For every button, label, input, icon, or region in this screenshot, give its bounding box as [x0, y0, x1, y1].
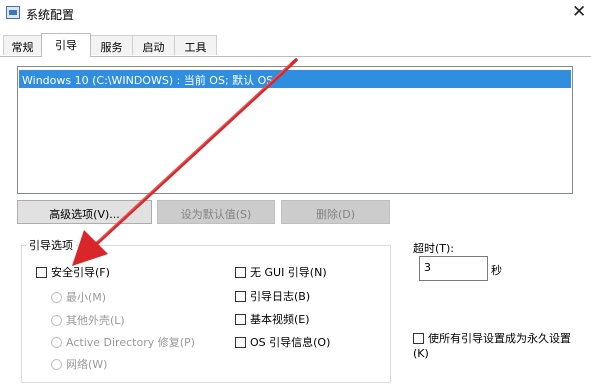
network-label: 网络(W)	[66, 358, 108, 371]
boot-log-label: 引导日志(B)	[250, 290, 311, 303]
tab-boot[interactable]: 引导	[41, 33, 91, 57]
network-option[interactable]: 网络(W)	[51, 356, 107, 372]
set-default-button[interactable]: 设为默认值(S)	[157, 200, 275, 224]
make-permanent-label: 使所有引导设置成为永久设置(K)	[413, 332, 571, 360]
minimal-label: 最小(M)	[66, 291, 107, 304]
no-gui-boot-checkbox[interactable]	[235, 267, 246, 278]
boot-log-checkbox[interactable]	[235, 291, 246, 302]
alternate-shell-option[interactable]: 其他外壳(L)	[51, 312, 125, 328]
base-video-checkbox[interactable]	[235, 314, 246, 325]
alternate-shell-radio[interactable]	[51, 315, 62, 326]
minimal-radio[interactable]	[51, 292, 62, 303]
tab-general[interactable]: 常规	[3, 35, 42, 55]
boot-options-label: 引导选项	[26, 237, 76, 253]
window-title: 系统配置	[26, 8, 75, 22]
system-config-icon	[6, 6, 20, 19]
base-video-label: 基本视频(E)	[250, 313, 310, 326]
no-gui-boot-option[interactable]: 无 GUI 引导(N)	[235, 264, 327, 280]
network-radio[interactable]	[51, 359, 62, 370]
safe-boot-checkbox[interactable]	[36, 267, 47, 278]
no-gui-boot-label: 无 GUI 引导(N)	[250, 266, 327, 279]
active-directory-label: Active Directory 修复(P)	[66, 336, 195, 349]
make-permanent-option[interactable]: 使所有引导设置成为永久设置(K)	[413, 331, 583, 361]
boot-log-option[interactable]: 引导日志(B)	[235, 288, 310, 304]
title-bar: 系统配置 ✕	[0, 0, 591, 28]
os-boot-info-option[interactable]: OS 引导信息(O)	[235, 334, 330, 350]
active-directory-radio[interactable]	[51, 337, 62, 348]
active-directory-option[interactable]: Active Directory 修复(P)	[51, 334, 195, 350]
timeout-input[interactable]: 3	[419, 256, 488, 281]
safe-boot-option[interactable]: 安全引导(F)	[36, 264, 110, 280]
tab-services[interactable]: 服务	[90, 35, 133, 55]
safe-boot-label: 安全引导(F)	[51, 266, 110, 279]
tab-tools[interactable]: 工具	[174, 35, 217, 55]
tab-strip: 常规 引导 服务 启动 工具	[0, 33, 591, 57]
base-video-option[interactable]: 基本视频(E)	[235, 311, 310, 327]
delete-button[interactable]: 删除(D)	[281, 200, 390, 224]
boot-os-list[interactable]: Windows 10 (C:\WINDOWS) : 当前 OS; 默认 OS	[17, 66, 573, 194]
timeout-label: 超时(T):	[413, 242, 455, 255]
list-item[interactable]: Windows 10 (C:\WINDOWS) : 当前 OS; 默认 OS	[19, 70, 571, 88]
alternate-shell-label: 其他外壳(L)	[66, 314, 125, 327]
tab-startup[interactable]: 启动	[132, 35, 175, 55]
os-boot-info-checkbox[interactable]	[235, 337, 246, 348]
advanced-options-button[interactable]: 高级选项(V)...	[17, 200, 152, 224]
minimal-option[interactable]: 最小(M)	[51, 289, 106, 305]
os-boot-info-label: OS 引导信息(O)	[250, 336, 331, 349]
seconds-label: 秒	[491, 264, 502, 277]
close-icon[interactable]: ✕	[572, 2, 586, 22]
make-permanent-checkbox[interactable]	[413, 333, 424, 344]
